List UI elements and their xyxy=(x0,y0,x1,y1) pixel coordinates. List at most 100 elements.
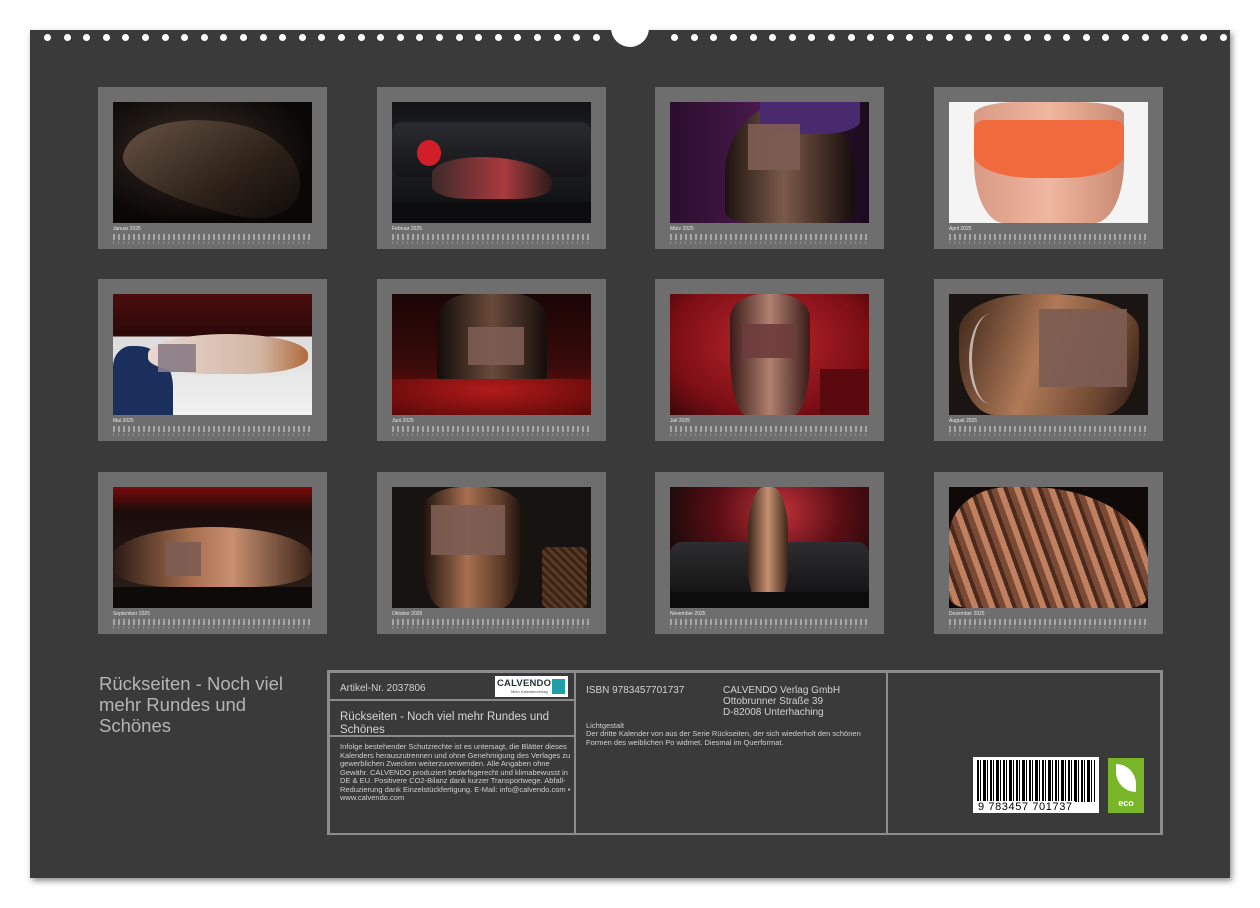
month-label: September 2025 xyxy=(113,611,150,617)
binding-hole xyxy=(1043,34,1051,41)
month-photo xyxy=(670,487,869,608)
binding-hole xyxy=(416,34,424,41)
day-grid-row xyxy=(392,626,591,629)
binding-hole xyxy=(867,34,875,41)
day-grid xyxy=(670,234,869,240)
binding-hole xyxy=(808,34,816,41)
censor-block xyxy=(742,324,794,358)
month-tile-february[interactable]: Februar 2025 xyxy=(377,87,606,249)
binding-hole xyxy=(122,34,130,41)
binding-hole xyxy=(1063,34,1071,41)
binding-hole xyxy=(1220,34,1227,41)
month-label: Juli 2025 xyxy=(670,418,691,424)
month-tile-january[interactable]: Januar 2025 xyxy=(98,87,327,249)
day-grid-row xyxy=(113,241,312,244)
censor-block xyxy=(158,344,196,372)
binding-hole xyxy=(926,34,933,41)
publisher-street: Ottobrunner Straße 39 xyxy=(723,696,824,707)
month-tile-december[interactable]: Dezember 2025 xyxy=(934,472,1163,634)
month-tile-june[interactable]: Juni 2025 xyxy=(377,279,606,441)
month-label: Mai 2025 xyxy=(113,418,134,424)
eco-label: eco xyxy=(1118,798,1134,808)
month-label: März 2025 xyxy=(670,226,694,232)
month-label: August 2025 xyxy=(949,418,978,424)
logo-text: CALVENDO xyxy=(497,678,552,689)
binding-hole xyxy=(102,34,110,41)
month-tile-april[interactable]: April 2025 xyxy=(934,87,1163,249)
day-grid xyxy=(949,619,1148,625)
binding-hole xyxy=(318,34,326,41)
day-grid xyxy=(392,234,591,240)
month-label: Januar 2025 xyxy=(113,226,141,232)
month-photo xyxy=(392,294,591,415)
legal-cell: Infolge bestehender Schutzrechte ist es … xyxy=(329,736,575,835)
day-grid-row xyxy=(113,433,312,436)
binding-hole xyxy=(357,34,365,41)
day-grid xyxy=(949,426,1148,432)
binding-hole xyxy=(749,34,757,41)
binding-hole xyxy=(1024,34,1031,41)
binding-hole xyxy=(44,34,51,41)
binding-hole xyxy=(396,34,404,41)
month-tile-august[interactable]: August 2025 xyxy=(934,279,1163,441)
description-text: Der dritte Kalender von aus der Serie Rü… xyxy=(586,729,861,747)
article-number: Artikel-Nr. 2037806 xyxy=(340,683,426,694)
month-tile-september[interactable]: September 2025 xyxy=(98,472,327,634)
day-grid-row xyxy=(670,433,869,436)
day-grid xyxy=(392,426,591,432)
binding-hole xyxy=(553,34,561,41)
month-label: November 2025 xyxy=(670,611,706,617)
binding-hole xyxy=(710,34,718,41)
day-grid-row xyxy=(670,241,869,244)
binding-hole xyxy=(298,34,306,41)
leaf-icon xyxy=(1116,764,1136,792)
month-photo xyxy=(113,102,312,223)
binding-hole xyxy=(1102,34,1110,41)
censor-block xyxy=(468,327,524,365)
month-tile-november[interactable]: November 2025 xyxy=(655,472,884,634)
day-grid-row xyxy=(392,241,591,244)
publisher-city: D-82008 Unterhaching xyxy=(723,707,824,718)
day-grid xyxy=(392,619,591,625)
month-tile-july[interactable]: Juli 2025 xyxy=(655,279,884,441)
month-tile-october[interactable]: Oktober 2025 xyxy=(377,472,606,634)
month-photo xyxy=(392,102,591,223)
binding-hole xyxy=(592,34,600,41)
month-tile-may[interactable]: Mai 2025 xyxy=(98,279,327,441)
binding-hole xyxy=(788,34,796,41)
month-photo xyxy=(113,294,312,415)
censor-block xyxy=(431,505,505,555)
day-grid xyxy=(113,234,312,240)
binding-hole xyxy=(338,34,345,41)
binding-hole xyxy=(886,34,894,41)
binding-hole xyxy=(436,34,443,41)
binding-hole xyxy=(142,34,149,41)
logo-subtext: Mein Kalenderverlag xyxy=(511,689,548,694)
month-photo xyxy=(670,102,869,223)
calvendo-mark-icon xyxy=(552,679,565,694)
binding-hole xyxy=(83,34,91,41)
binding-hole xyxy=(279,34,287,41)
binding-hole xyxy=(945,34,953,41)
day-grid-row xyxy=(392,433,591,436)
day-grid xyxy=(670,619,869,625)
month-label: April 2025 xyxy=(949,226,972,232)
month-label: Oktober 2025 xyxy=(392,611,423,617)
binding-hole xyxy=(1161,34,1169,41)
binding-hole xyxy=(671,34,679,41)
binding-hole xyxy=(1082,34,1090,41)
month-tile-march[interactable]: März 2025 xyxy=(655,87,884,249)
binding-hole xyxy=(828,34,835,41)
binding-hole xyxy=(1180,34,1188,41)
binding-hole xyxy=(730,34,737,41)
eco-badge: eco xyxy=(1108,758,1144,813)
month-photo xyxy=(949,294,1148,415)
binding-hole xyxy=(514,34,522,41)
month-label: Februar 2025 xyxy=(392,226,423,232)
binding-hole xyxy=(259,34,267,41)
info-block: Artikel-Nr. 2037806 CALVENDO Mein Kalend… xyxy=(327,670,1163,835)
month-photo xyxy=(949,487,1148,608)
description-cell: ISBN 9783457701737 CALVENDO Verlag GmbH … xyxy=(575,672,887,835)
binding-hole xyxy=(906,34,914,41)
title-cell: Rückseiten - Noch viel mehr Rundes und S… xyxy=(329,700,575,736)
